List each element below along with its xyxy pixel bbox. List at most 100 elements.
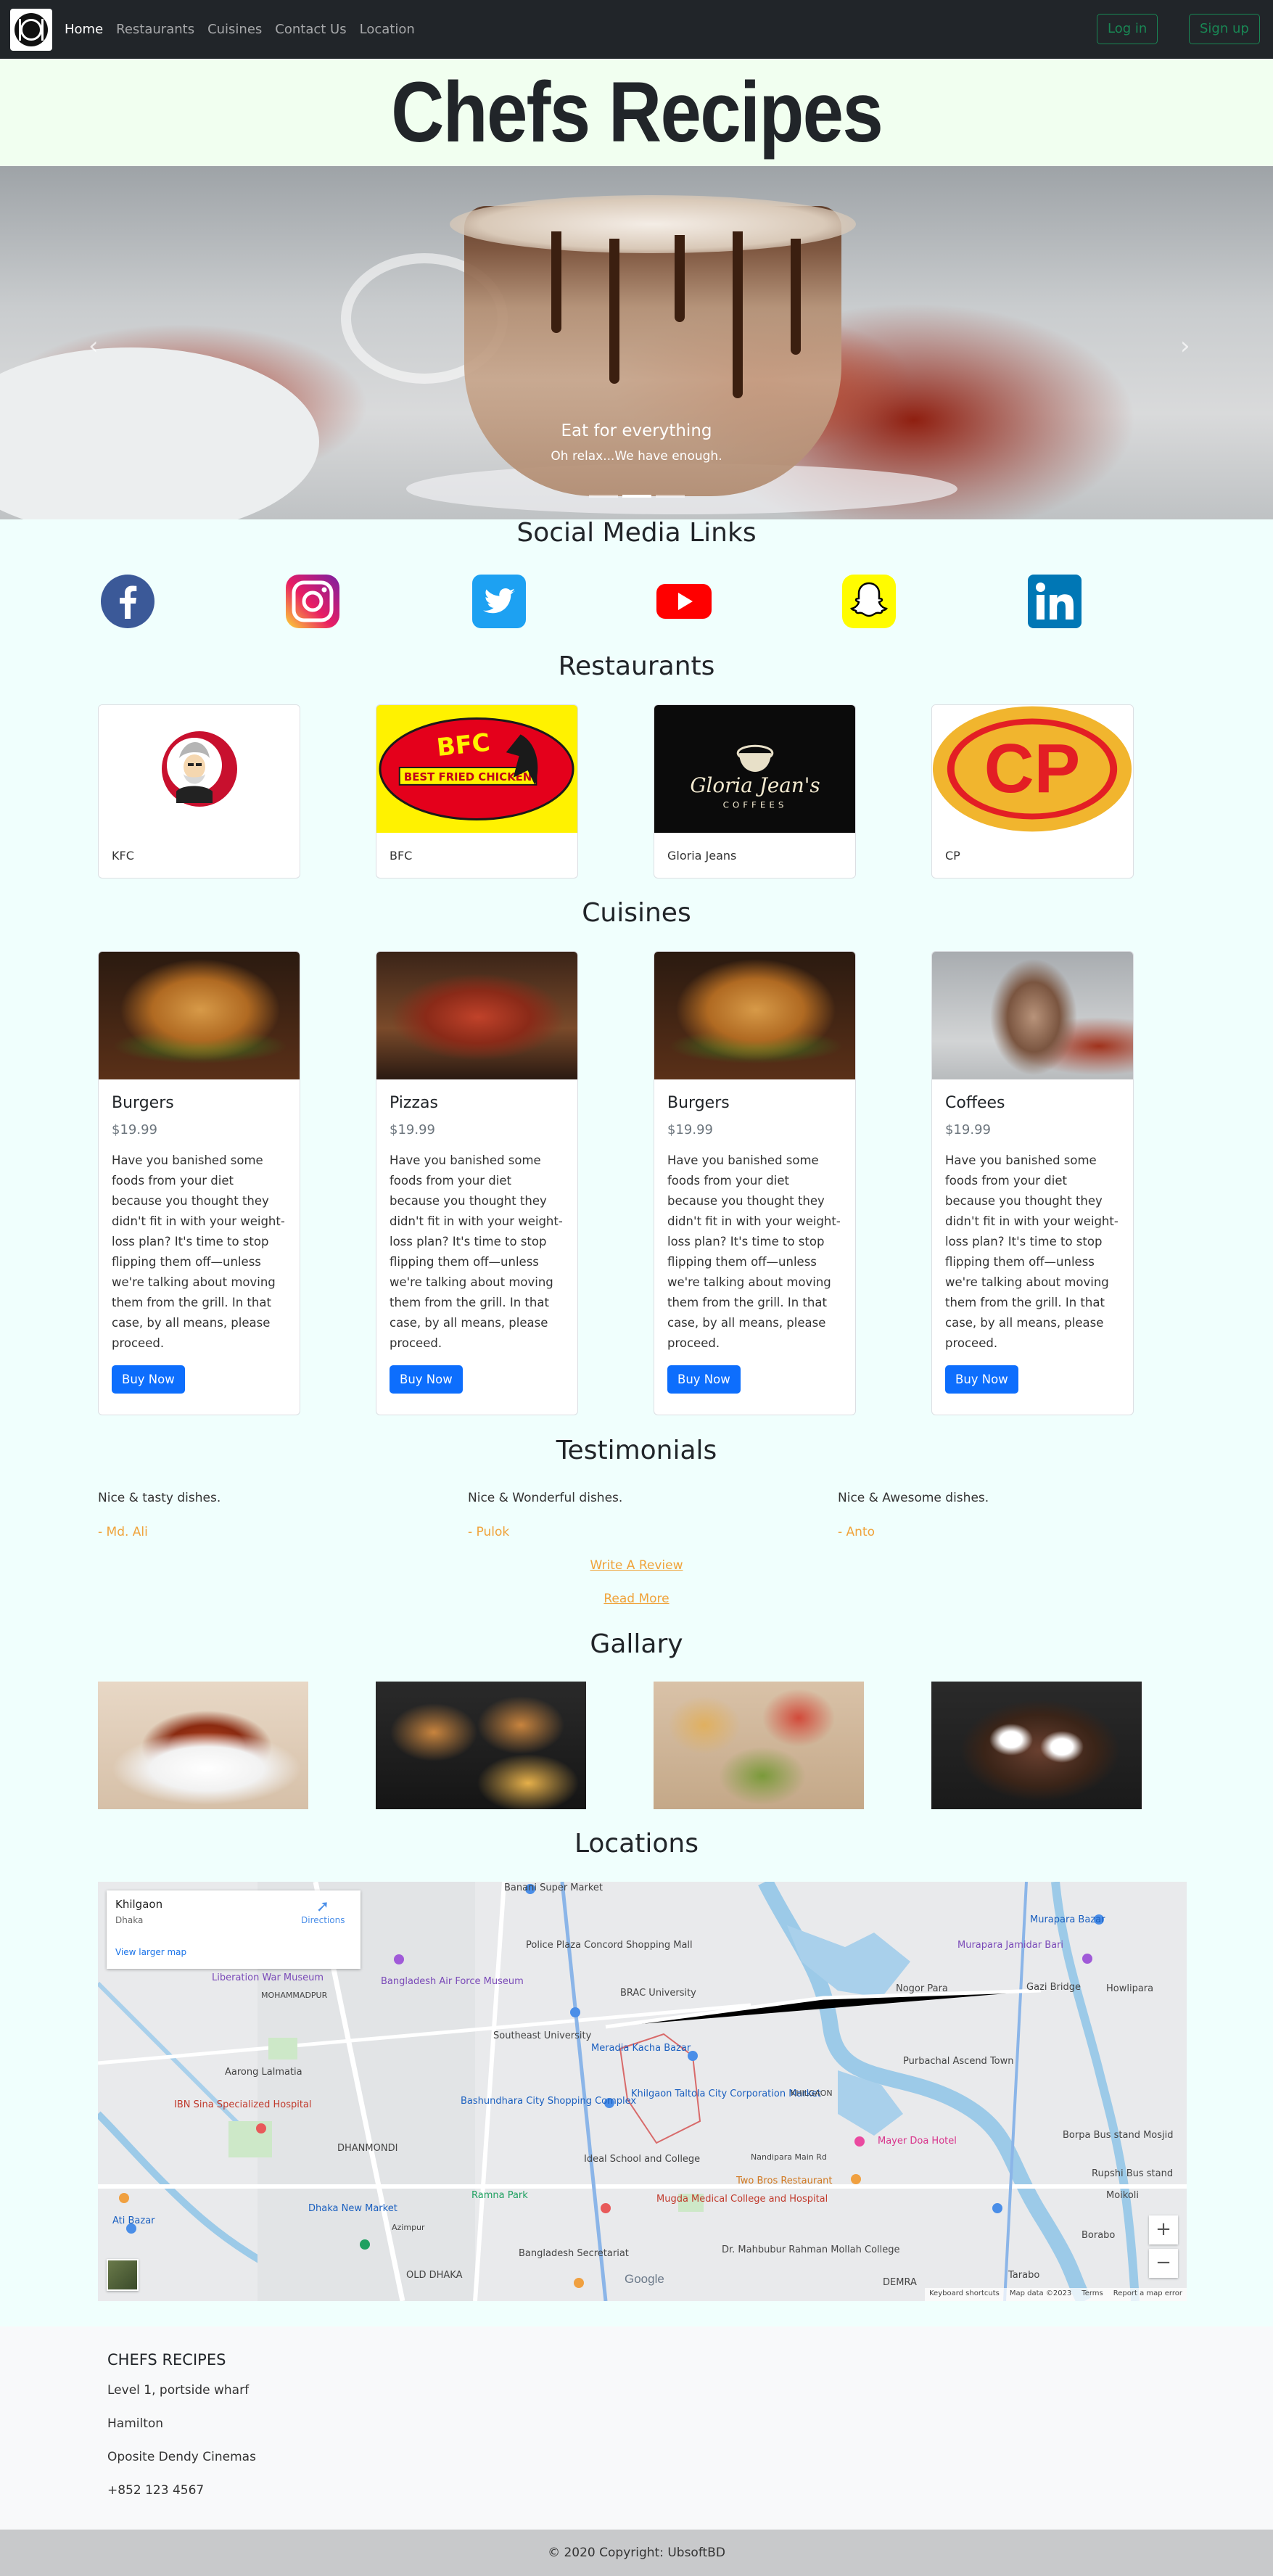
buy-now-button[interactable]: Buy Now [945, 1365, 1018, 1394]
site-header: Chefs Recipes [0, 59, 1273, 166]
linkedin-icon[interactable] [1027, 574, 1082, 629]
signup-button[interactable]: Sign up [1189, 14, 1260, 44]
terms-link[interactable]: Terms [1082, 2289, 1103, 2300]
cuisine-price: $19.99 [945, 1122, 991, 1137]
testimonials-title: Testimonials [556, 1436, 717, 1465]
gloria-jeans-logo-subtext: COFFEES [723, 800, 788, 810]
chocolate-drip [551, 231, 561, 333]
gallery-image-kebab[interactable] [98, 1682, 308, 1809]
buy-now-button[interactable]: Buy Now [667, 1365, 741, 1394]
pizza-image [376, 952, 577, 1079]
nav-cuisines[interactable]: Cuisines [201, 22, 268, 37]
restaurant-card-bfc[interactable]: BFC BEST FRIED CHICKEN BFC [376, 704, 578, 878]
map-label: Nandipara Main Rd [751, 2152, 827, 2162]
map-label: Moikoli [1106, 2190, 1140, 2201]
nav-contact-us[interactable]: Contact Us [268, 22, 353, 37]
bfc-logo: BFC BEST FRIED CHICKEN [376, 705, 577, 833]
restaurant-card-kfc[interactable]: KFC [98, 704, 300, 878]
login-button[interactable]: Log in [1097, 14, 1158, 44]
cuisine-card: Burgers $19.99 Have you banished some fo… [98, 951, 300, 1415]
kfc-logo [99, 705, 300, 833]
restaurant-card-gloria-jeans[interactable]: Gloria Jean's COFFEES Gloria Jeans [654, 704, 856, 878]
page: Home Restaurants Cuisines Contact Us Loc… [0, 0, 1273, 2576]
brand-logo[interactable] [10, 8, 52, 51]
keyboard-shortcuts-link[interactable]: Keyboard shortcuts [929, 2289, 1000, 2300]
testimonial-author: - Md. Ali [98, 1525, 148, 1539]
map-label: Tarabo [1008, 2270, 1040, 2281]
footer-address-line: Level 1, portside wharf [107, 2383, 250, 2398]
report-error-link[interactable]: Report a map error [1113, 2289, 1182, 2300]
read-more-link[interactable]: Read More [0, 1592, 1273, 1606]
indicator[interactable] [655, 495, 685, 498]
coffee-image [932, 952, 1133, 1079]
cuisines-title: Cuisines [582, 898, 691, 928]
social-title: Social Media Links [516, 518, 757, 548]
zoom-out-button[interactable]: − [1149, 2249, 1178, 2278]
map-label: DEMRA [883, 2277, 917, 2288]
cuisine-price: $19.99 [390, 1122, 435, 1137]
map-place-sub: Dhaka [115, 1915, 144, 1925]
restaurant-name: Gloria Jeans [667, 849, 737, 863]
footer-phone: +852 123 4567 [107, 2483, 205, 2498]
gallery-title: Gallary [590, 1629, 683, 1659]
copyright-bar: © 2020 Copyright: UbsoftBD [0, 2530, 1273, 2576]
zoom-in-button[interactable]: + [1149, 2215, 1178, 2244]
buy-now-button[interactable]: Buy Now [390, 1365, 463, 1394]
map-info-card: Khilgaon Dhaka ➚ Directions View larger … [107, 1890, 361, 1969]
map-label: Murapara Jamidar Bari [957, 1940, 1064, 1951]
twitter-icon[interactable] [471, 574, 527, 629]
chocolate-drip [791, 239, 801, 355]
write-review-link[interactable]: Write A Review [0, 1558, 1273, 1573]
cuisine-name: Burgers [112, 1094, 174, 1112]
map-label: Aarong Lalmatia [225, 2067, 302, 2078]
indicator[interactable] [588, 495, 618, 498]
map-label: Gazi Bridge [1026, 1982, 1081, 1993]
gallery-image-platter[interactable] [654, 1682, 864, 1809]
nav-restaurants[interactable]: Restaurants [110, 22, 201, 37]
footer-address-line: Oposite Dendy Cinemas [107, 2450, 256, 2464]
chevron-left-icon[interactable]: ‹ [88, 332, 99, 361]
buy-now-button[interactable]: Buy Now [112, 1365, 185, 1394]
embedded-map[interactable]: Banani Super Market Police Plaza Concord… [98, 1882, 1187, 2301]
map-label: Azimpur [392, 2223, 425, 2232]
cp-logo: CP [932, 705, 1133, 833]
map-label: BRAC University [620, 1988, 696, 1999]
map-label: Ramna Park [471, 2190, 528, 2201]
map-label: DHANMONDI [337, 2143, 398, 2154]
restaurant-name: KFC [112, 849, 134, 863]
cuisine-description: Have you banished some foods from your d… [112, 1153, 285, 1350]
indicator-active[interactable] [622, 495, 651, 498]
gallery-image-breakfast[interactable] [931, 1682, 1142, 1809]
map-label: MOHAMMADPUR [261, 1991, 328, 2000]
cuisine-price: $19.99 [112, 1122, 157, 1137]
instagram-icon[interactable] [285, 574, 340, 629]
directions-icon: ➚ [316, 1898, 330, 1916]
testimonial-text: Nice & Wonderful dishes. [468, 1491, 623, 1505]
caption-text: Oh relax...We have enough. [551, 449, 722, 464]
carousel-indicators [0, 495, 1273, 498]
view-larger-map-link[interactable]: View larger map [115, 1947, 186, 1957]
site-title: Chefs Recipes [390, 65, 883, 160]
nav-home[interactable]: Home [58, 22, 110, 37]
restaurants-title: Restaurants [558, 651, 715, 681]
chevron-right-icon[interactable]: › [1180, 332, 1190, 361]
satellite-toggle[interactable] [107, 2259, 139, 2291]
map-data-text: Map data ©2023 [1009, 2289, 1072, 2297]
gallery-image-burgers[interactable] [376, 1682, 586, 1809]
map-label: Mayer Doa Hotel [878, 2136, 957, 2147]
footer: CHEFS RECIPES Level 1, portside wharf Ha… [0, 2326, 1273, 2530]
map-label: Ideal School and College [584, 2154, 701, 2165]
cuisine-name: Burgers [667, 1094, 730, 1112]
footer-address-line: Hamilton [107, 2416, 164, 2431]
youtube-icon[interactable] [656, 574, 712, 629]
hero-carousel[interactable]: ‹ › Eat for everything Oh relax...We hav… [0, 166, 1273, 519]
nav-location[interactable]: Location [353, 22, 421, 37]
snapchat-icon[interactable] [841, 574, 897, 629]
directions-button[interactable]: ➚ Directions [301, 1898, 345, 1926]
map-label: Bangladesh Secretariat [519, 2248, 629, 2259]
map-label: Mugda Medical College and Hospital [656, 2194, 828, 2205]
facebook-icon[interactable] [100, 574, 155, 629]
map-label: Meradia Kacha Bazar [591, 2043, 691, 2054]
restaurant-card-cp[interactable]: CP CP [931, 704, 1134, 878]
restaurant-name: BFC [390, 849, 413, 863]
